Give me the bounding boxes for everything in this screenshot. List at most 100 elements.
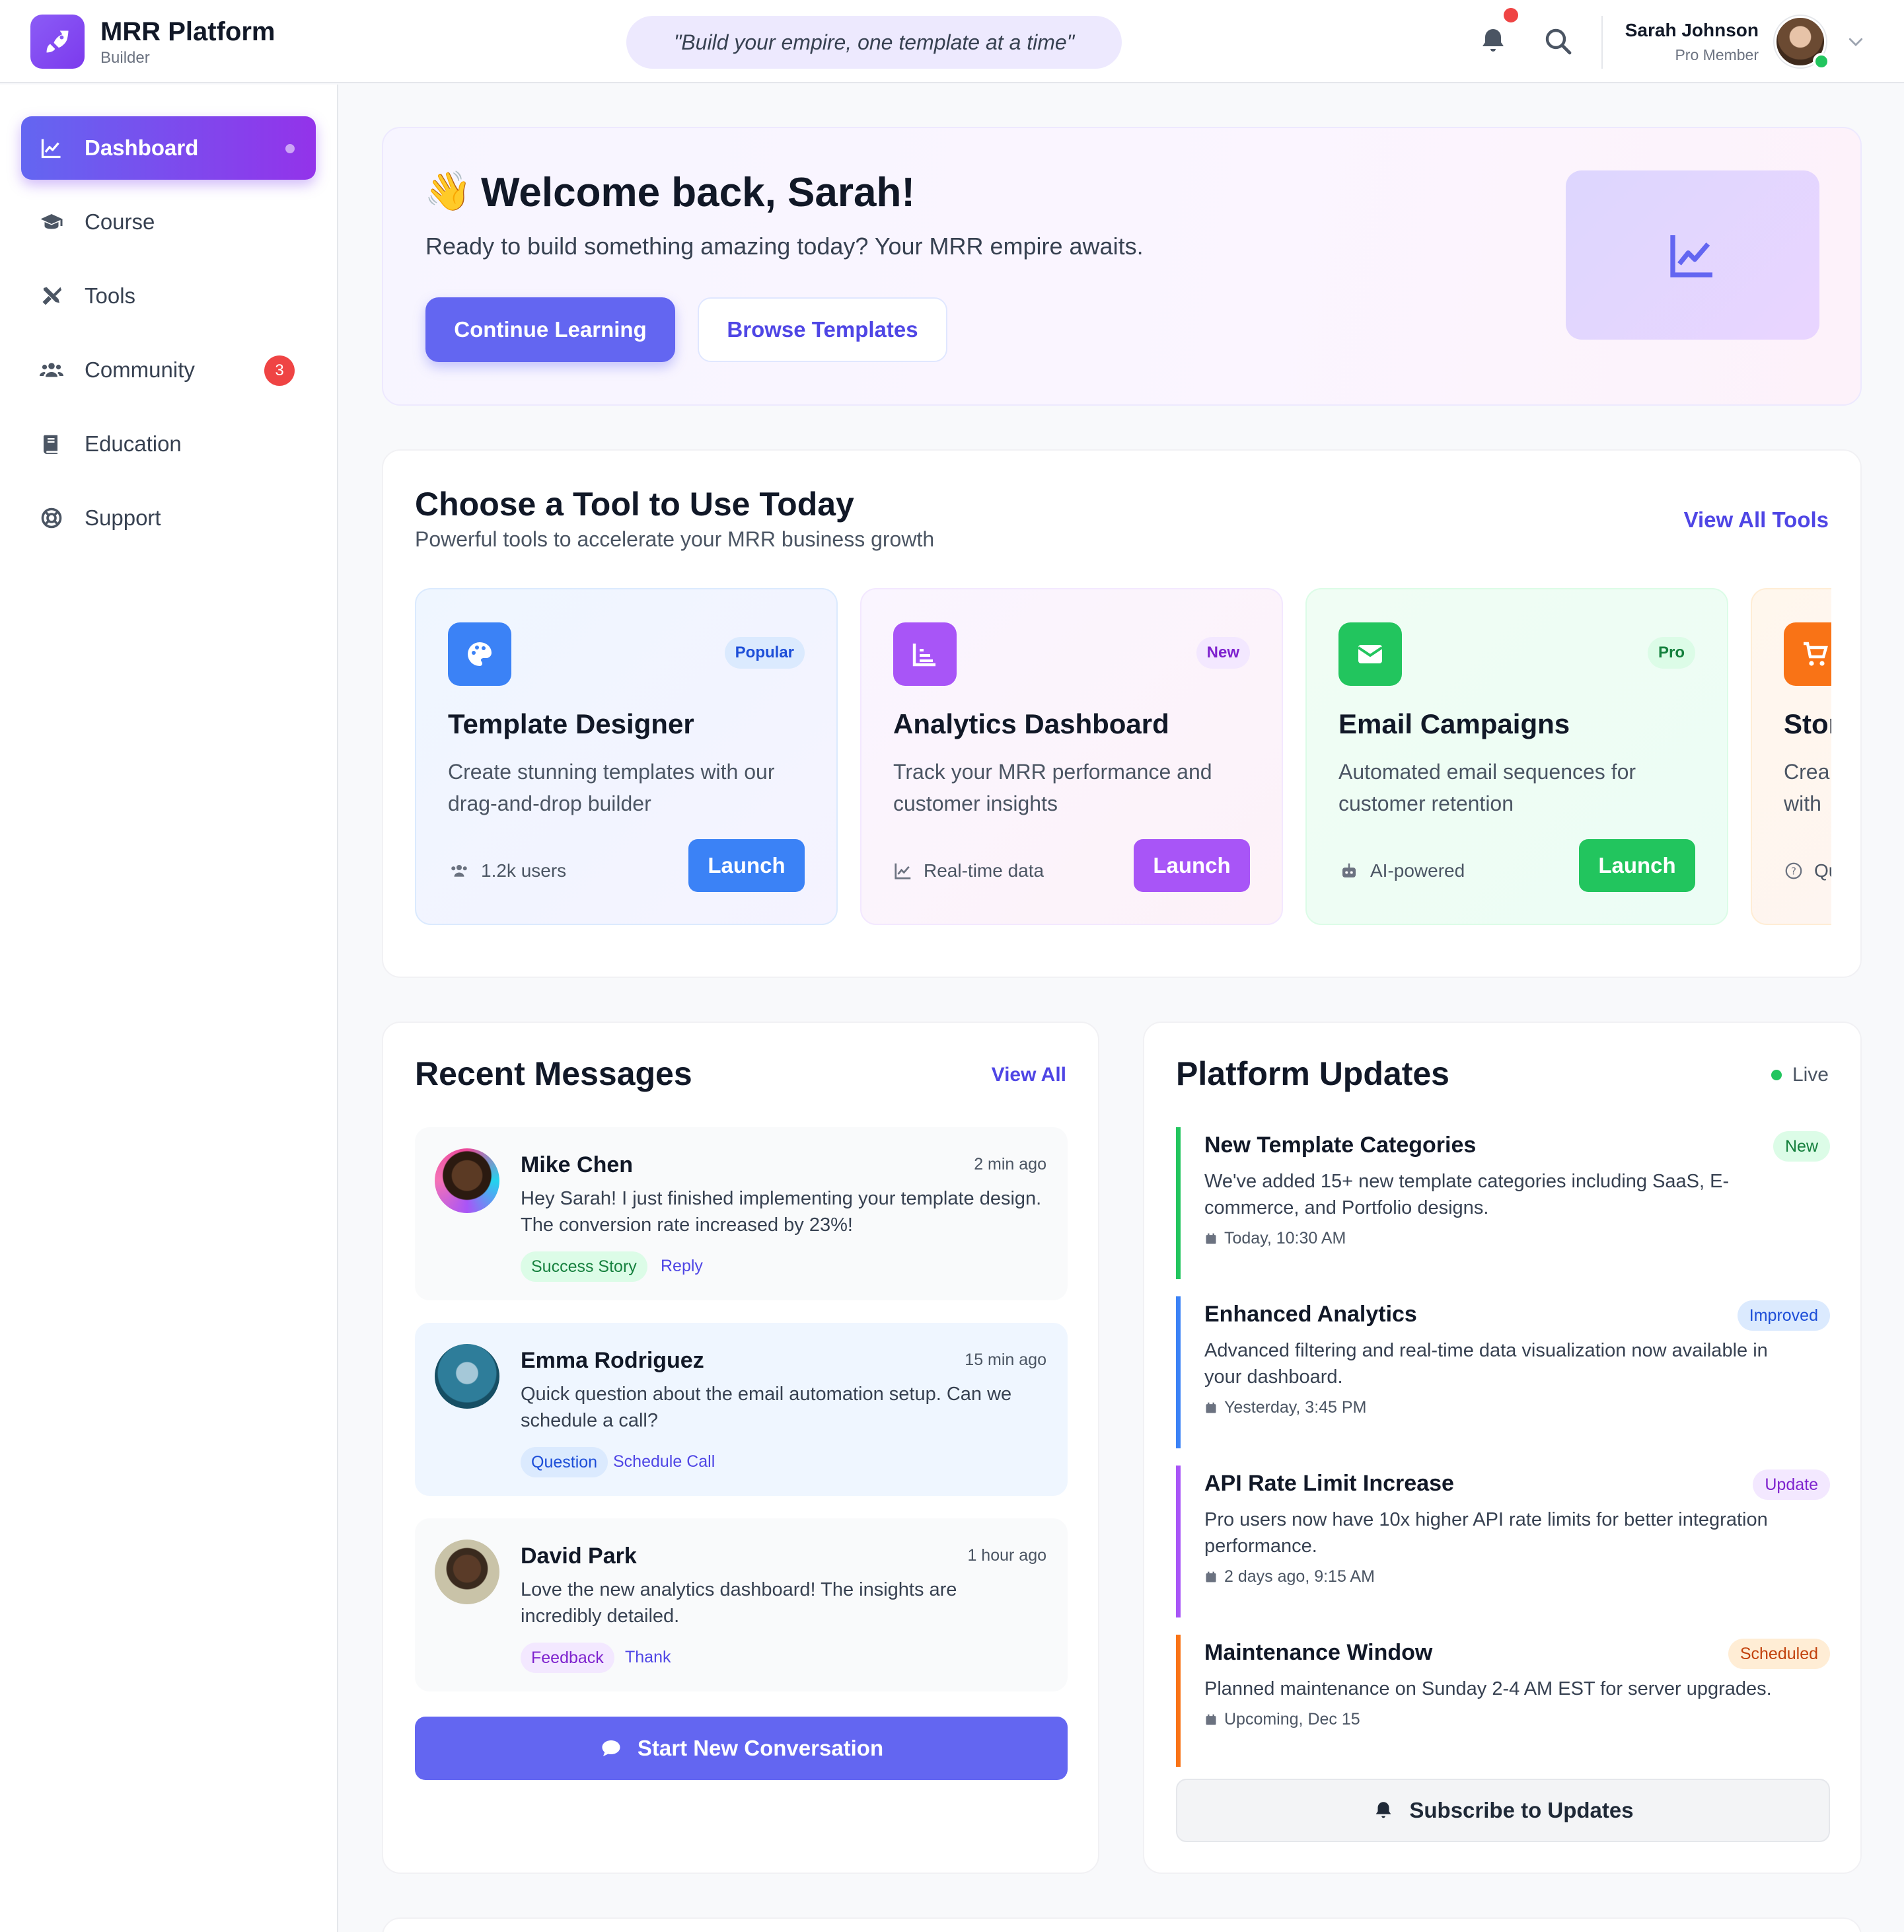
live-label: Live: [1792, 1064, 1829, 1086]
robot-icon: [1342, 863, 1356, 877]
start-conversation-label: Start New Conversation: [637, 1736, 884, 1760]
user-name[interactable]: Sarah Johnson: [1599, 20, 1759, 41]
update-date-text: Today, 10:30 AM: [1224, 1229, 1346, 1247]
shopping-cart-icon: [1784, 622, 1831, 686]
tool-badge: New: [1196, 637, 1250, 669]
message-item[interactable]: Mike Chen 2 min ago Hey Sarah! I just fi…: [415, 1127, 1068, 1300]
logo-rocket-icon[interactable]: [30, 15, 85, 69]
tool-card-store[interactable]: Stor Crea with ? Qu: [1751, 588, 1831, 925]
schedule-call-link[interactable]: Schedule Call: [613, 1452, 715, 1471]
message-item[interactable]: David Park 1 hour ago Love the new analy…: [415, 1518, 1068, 1691]
sidebar-item-label: Community: [85, 357, 195, 382]
message-text: Love the new analytics dashboard! The in…: [521, 1579, 957, 1627]
tool-meta-text: 1.2k users: [481, 860, 567, 881]
tools-carousel[interactable]: Popular Template Designer Create stunnin…: [415, 588, 1831, 926]
update-date: Today, 10:30 AM: [1204, 1229, 1346, 1248]
sidebar-item-support[interactable]: Support: [21, 486, 316, 550]
welcome-subtitle: Ready to build something amazing today? …: [425, 233, 1144, 260]
view-all-messages-link[interactable]: View All: [992, 1064, 1066, 1086]
thank-link[interactable]: Thank: [625, 1648, 671, 1667]
tool-meta: Real-time data: [893, 860, 1044, 881]
platform-updates-panel: Platform Updates Live New Template Categ…: [1143, 1022, 1862, 1874]
live-dot: [1771, 1070, 1782, 1080]
message-sender: David Park: [521, 1543, 637, 1569]
sidebar-item-label: Education: [85, 431, 182, 456]
notification-dot: [1504, 8, 1518, 22]
chart-line-icon: [895, 863, 911, 879]
tools-section: Choose a Tool to Use Today Powerful tool…: [382, 449, 1862, 978]
message-sender: Emma Rodriguez: [521, 1348, 704, 1373]
tool-meta-text: Qu: [1814, 860, 1831, 881]
sidebar-item-education[interactable]: Education: [21, 412, 316, 476]
update-description: Planned maintenance on Sunday 2-4 AM EST…: [1204, 1678, 1772, 1699]
update-title: New Template Categories: [1204, 1133, 1477, 1158]
update-item[interactable]: Maintenance Window Scheduled Planned mai…: [1176, 1635, 1830, 1767]
calendar-icon: [1206, 1571, 1216, 1582]
search-icon[interactable]: [1542, 25, 1574, 57]
brand-subtitle: Builder: [100, 49, 150, 67]
subscribe-to-updates-button[interactable]: Subscribe to Updates: [1176, 1779, 1830, 1842]
tools-title: Choose a Tool to Use Today: [415, 486, 854, 523]
update-description: Pro users now have 10x higher API rate l…: [1204, 1509, 1768, 1557]
messages-title: Recent Messages: [415, 1055, 692, 1092]
update-date-text: Upcoming, Dec 15: [1224, 1710, 1360, 1728]
update-date: 2 days ago, 9:15 AM: [1204, 1567, 1375, 1586]
sidebar-item-label: Tools: [85, 283, 136, 308]
message-sender: Mike Chen: [521, 1152, 634, 1177]
top-header: MRR Platform Builder "Build your empire,…: [0, 0, 1904, 83]
tool-meta: AI-powered: [1338, 860, 1465, 881]
user-role: Pro Member: [1675, 46, 1759, 63]
tool-badge: Pro: [1647, 637, 1695, 669]
tool-name: Template Designer: [448, 708, 694, 739]
tool-badge: Popular: [724, 637, 805, 669]
continue-learning-button[interactable]: Continue Learning: [425, 297, 675, 362]
online-status-dot: [1813, 53, 1830, 70]
notification-bell-icon[interactable]: [1477, 25, 1509, 57]
subscribe-label: Subscribe to Updates: [1409, 1798, 1634, 1822]
tool-card-email-campaigns[interactable]: Pro Email Campaigns Automated email sequ…: [1305, 588, 1728, 925]
avatar: [435, 1540, 499, 1604]
tool-card-template-designer[interactable]: Popular Template Designer Create stunnin…: [415, 588, 838, 925]
update-item[interactable]: API Rate Limit Increase Update Pro users…: [1176, 1466, 1830, 1617]
chevron-down-icon[interactable]: [1846, 32, 1866, 52]
life-ring-icon: [41, 507, 62, 529]
tools-subtitle: Powerful tools to accelerate your MRR bu…: [415, 527, 935, 551]
tool-meta: 1.2k users: [448, 860, 566, 881]
graduation-cap-icon: [40, 214, 63, 229]
recent-messages-panel: Recent Messages View All Mike Chen 2 min…: [382, 1022, 1099, 1874]
update-badge: Update: [1753, 1469, 1830, 1500]
tool-card-analytics-dashboard[interactable]: New Analytics Dashboard Track your MRR p…: [860, 588, 1283, 925]
welcome-title: Welcome back, Sarah!: [481, 170, 916, 215]
bell-icon: [1376, 1802, 1391, 1818]
welcome-banner: 👋 Welcome back, Sarah! Ready to build so…: [382, 127, 1862, 406]
sidebar-item-label: Course: [85, 209, 155, 234]
question-circle-icon: ?: [1785, 862, 1802, 879]
browse-templates-button[interactable]: Browse Templates: [698, 297, 947, 362]
users-icon: [451, 865, 467, 877]
next-section-card: [382, 1917, 1862, 1932]
sidebar-item-label: Dashboard: [85, 135, 199, 160]
start-new-conversation-button[interactable]: Start New Conversation: [415, 1717, 1068, 1780]
motivational-quote: "Build your empire, one template at a ti…: [626, 16, 1122, 69]
update-title: Maintenance Window: [1204, 1640, 1433, 1665]
message-item[interactable]: Emma Rodriguez 15 min ago Quick question…: [415, 1323, 1068, 1496]
chart-line-icon: [41, 139, 61, 159]
sidebar-item-tools[interactable]: Tools: [21, 264, 316, 328]
launch-button[interactable]: Launch: [1579, 839, 1695, 892]
view-all-tools-link[interactable]: View All Tools: [1684, 507, 1829, 533]
message-tag: Success Story: [521, 1251, 647, 1282]
update-date-text: Yesterday, 3:45 PM: [1224, 1398, 1367, 1417]
launch-button[interactable]: Launch: [688, 839, 805, 892]
welcome-illustration: [1566, 170, 1819, 340]
sidebar-item-label: Support: [85, 505, 161, 530]
palette-icon: [448, 622, 511, 686]
calendar-icon: [1206, 1714, 1216, 1725]
update-item[interactable]: New Template Categories New We've added …: [1176, 1127, 1830, 1279]
reply-link[interactable]: Reply: [661, 1257, 703, 1276]
update-item[interactable]: Enhanced Analytics Improved Advanced fil…: [1176, 1296, 1830, 1448]
launch-button[interactable]: Launch: [1134, 839, 1250, 892]
live-indicator: Live: [1771, 1064, 1829, 1086]
sidebar-item-course[interactable]: Course: [21, 190, 316, 254]
sidebar-item-community[interactable]: Community 3: [21, 338, 316, 402]
sidebar-item-dashboard[interactable]: Dashboard: [21, 116, 316, 180]
